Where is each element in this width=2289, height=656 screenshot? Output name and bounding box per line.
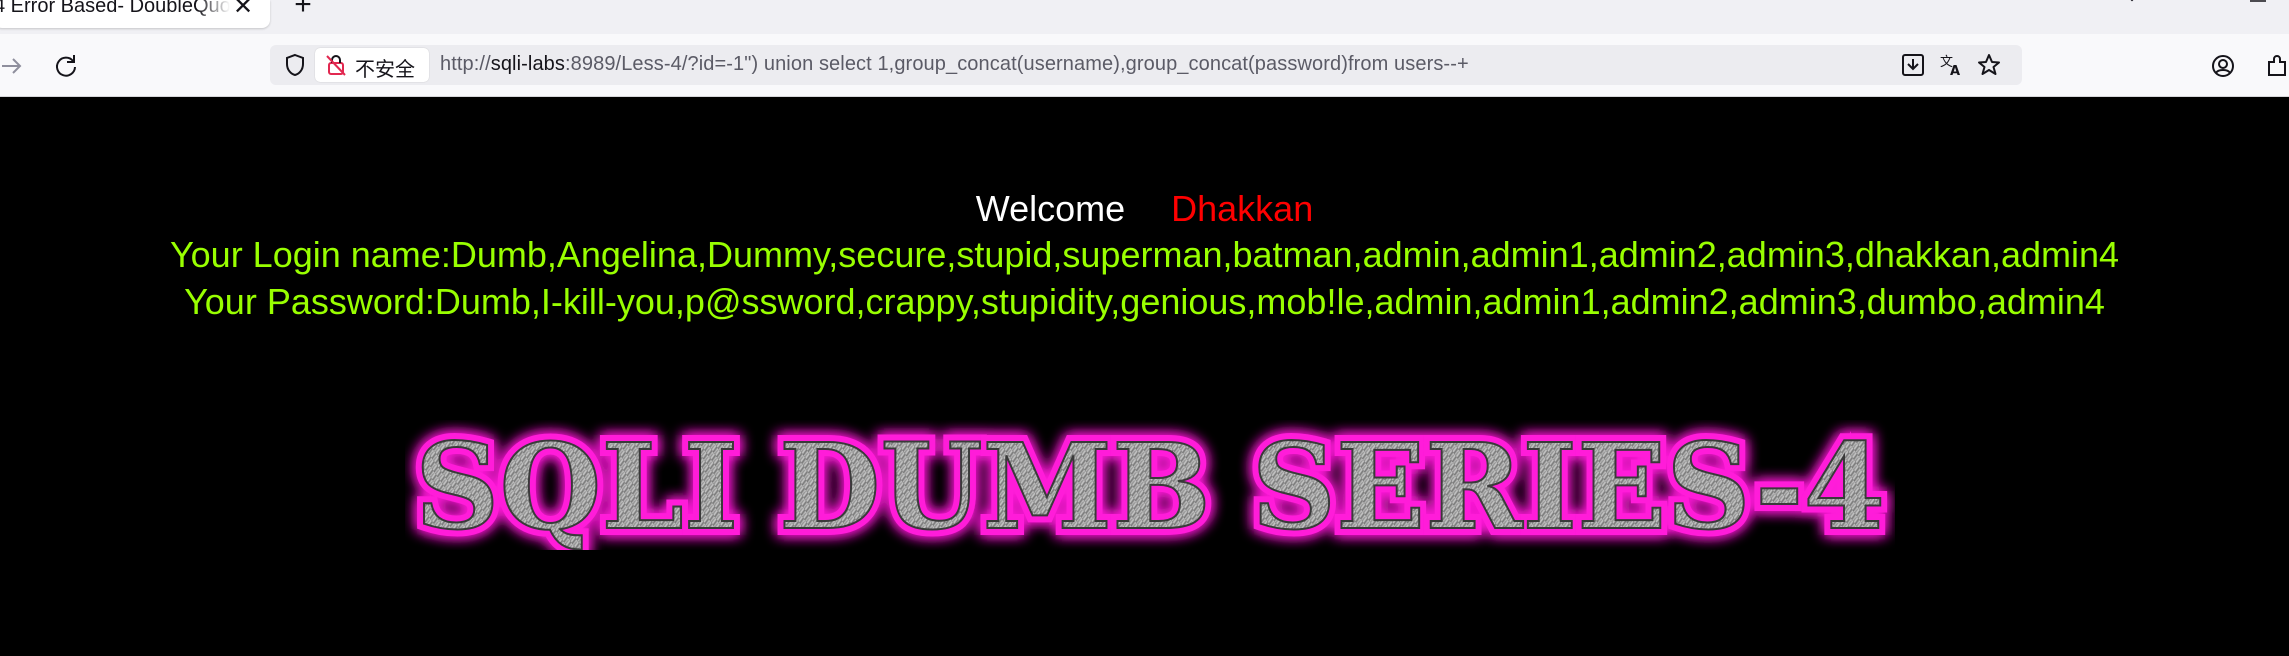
navigation-bar: 不安全 http://sqli-labs:8989/Less-4/?id=-1"… <box>0 34 2289 97</box>
shield-icon[interactable] <box>282 52 308 78</box>
welcome-name: Dhakkan <box>1171 188 1314 229</box>
insecure-lock-icon <box>324 53 348 77</box>
series-banner-image: SQLI DUMB SERIES-4 SQLI DUMB SERIES-4 <box>408 420 1892 550</box>
bookmark-star-icon[interactable] <box>1976 52 2002 78</box>
download-icon[interactable] <box>1900 52 1926 78</box>
reload-icon[interactable] <box>52 52 80 80</box>
url-path: :8989/Less-4/?id=-1") union select 1,gro… <box>565 53 1469 75</box>
tab-strip: 4 Error Based- DoubleQuotes ✕ + <box>0 0 2289 34</box>
not-secure-badge[interactable]: 不安全 <box>315 48 429 82</box>
login-name-line: Your Login name:Dumb,Angelina,Dummy,secu… <box>169 234 2120 275</box>
welcome-line: Welcome Dhakkan <box>0 188 2289 230</box>
url-prefix: http:// <box>440 53 491 75</box>
url-host: sqli-labs <box>490 53 565 75</box>
new-tab-button[interactable]: + <box>288 0 318 20</box>
address-bar[interactable]: 不安全 http://sqli-labs:8989/Less-4/?id=-1"… <box>270 45 2022 85</box>
banner-text: SQLI DUMB SERIES-4 <box>415 420 1885 550</box>
chevron-down-icon[interactable] <box>2118 0 2146 12</box>
tab-close-icon[interactable]: ✕ <box>230 0 256 20</box>
welcome-text: Welcome <box>975 188 1126 229</box>
page-content: Welcome Dhakkan Your Login name:Dumb,Ange… <box>0 97 2289 656</box>
forward-icon[interactable] <box>0 53 26 79</box>
translate-icon[interactable]: 文 A <box>1938 52 1964 78</box>
url-text[interactable]: http://sqli-labs:8989/Less-4/?id=-1") un… <box>440 53 1469 76</box>
extensions-icon[interactable] <box>2264 53 2289 79</box>
account-icon[interactable] <box>2210 53 2236 79</box>
svg-text:A: A <box>1950 64 1960 78</box>
tab-title: 4 Error Based- DoubleQuotes <box>0 0 230 17</box>
minimize-window-icon[interactable] <box>2244 0 2272 6</box>
not-secure-label: 不安全 <box>355 59 415 81</box>
active-tab[interactable]: 4 Error Based- DoubleQuotes ✕ <box>0 0 270 28</box>
password-line: Your Password:Dumb,I-kill-you,p@ssword,c… <box>184 281 2105 322</box>
